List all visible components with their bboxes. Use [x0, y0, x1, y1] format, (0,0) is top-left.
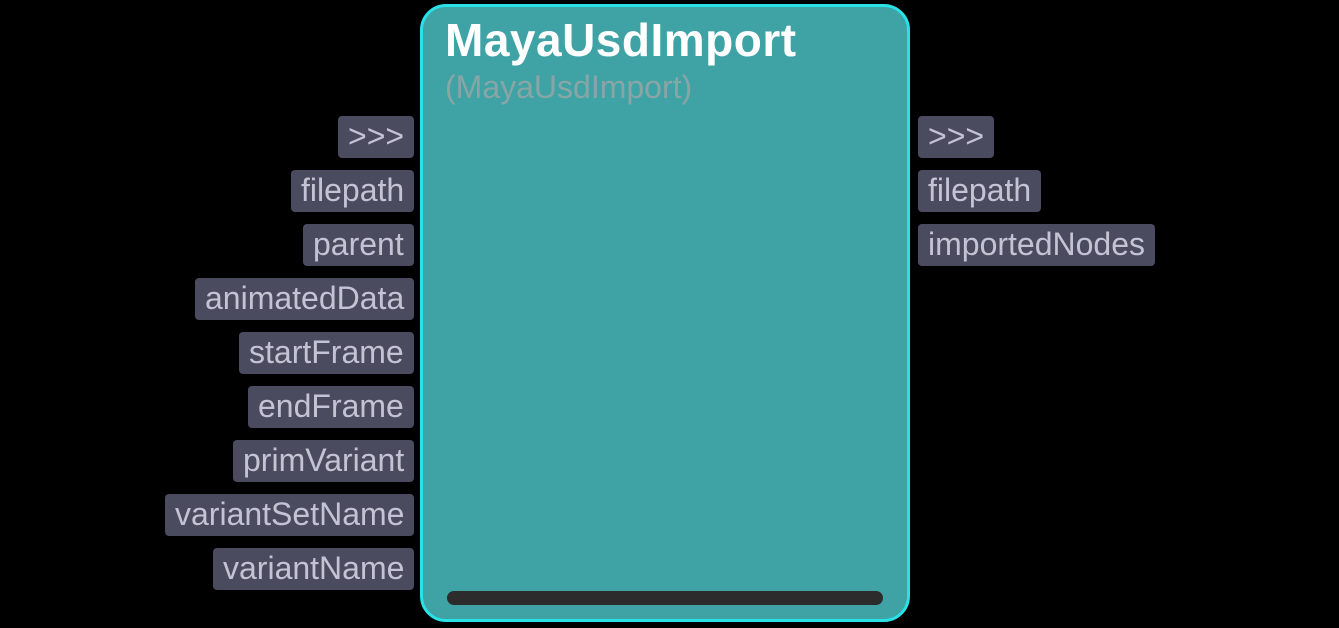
input-port[interactable]: filepath	[291, 170, 414, 212]
node-body[interactable]: MayaUsdImport (MayaUsdImport)	[420, 4, 910, 622]
node-title: MayaUsdImport	[445, 13, 797, 67]
input-port[interactable]: variantSetName	[165, 494, 414, 536]
node-subtitle: (MayaUsdImport)	[445, 69, 692, 106]
output-port[interactable]: >>>	[918, 116, 994, 158]
input-port[interactable]: animatedData	[195, 278, 414, 320]
input-port[interactable]: parent	[303, 224, 414, 266]
output-port[interactable]: importedNodes	[918, 224, 1155, 266]
output-port[interactable]: filepath	[918, 170, 1041, 212]
input-port[interactable]: startFrame	[239, 332, 414, 374]
node-canvas: MayaUsdImport (MayaUsdImport) >>> filepat…	[0, 0, 1339, 628]
node-footer-bar	[447, 591, 883, 605]
input-port[interactable]: variantName	[213, 548, 414, 590]
input-port[interactable]: primVariant	[233, 440, 414, 482]
input-port[interactable]: >>>	[338, 116, 414, 158]
input-port[interactable]: endFrame	[248, 386, 414, 428]
